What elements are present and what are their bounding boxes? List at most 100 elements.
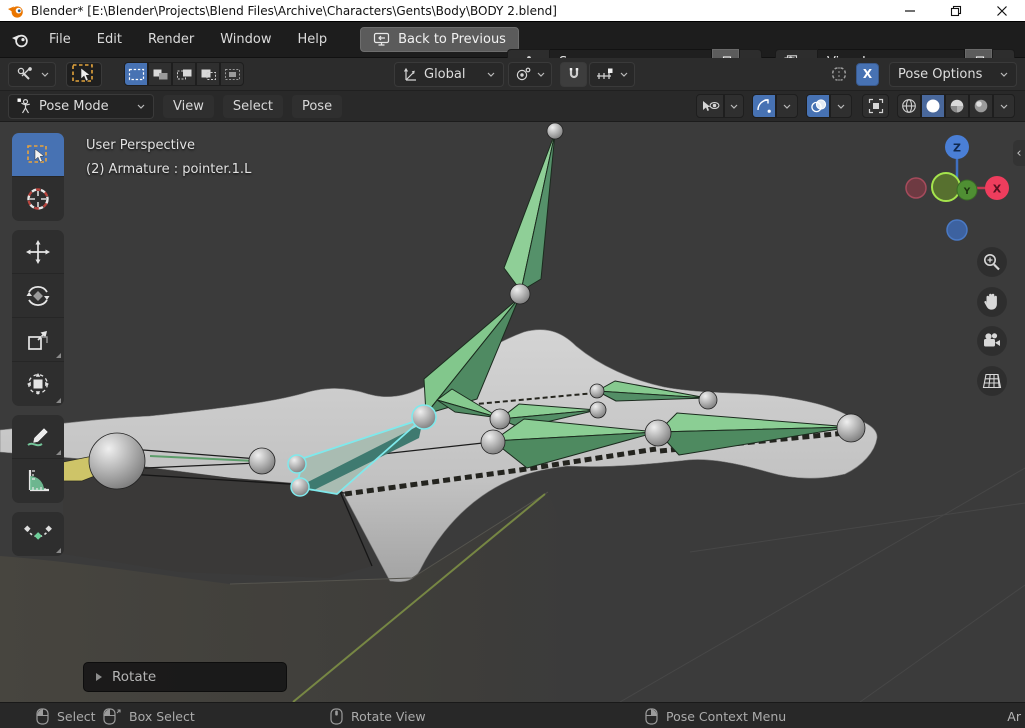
status-label: Select xyxy=(57,709,96,724)
mode-dropdown[interactable]: Pose Mode xyxy=(8,94,154,119)
xray-toggle[interactable] xyxy=(862,94,889,118)
chevron-down-icon xyxy=(837,104,845,109)
3d-viewport[interactable]: Y Z X xyxy=(0,122,1025,702)
blender-menu-logo-icon[interactable] xyxy=(10,31,30,48)
gizmos-toggle-group xyxy=(752,94,798,118)
chevron-down-icon xyxy=(137,104,145,109)
show-overlays-toggle[interactable] xyxy=(806,94,830,118)
viewport-menu-pose[interactable]: Pose xyxy=(292,95,342,118)
pan-button[interactable] xyxy=(977,287,1007,317)
blender-logo-icon xyxy=(8,3,24,19)
tool-cursor[interactable] xyxy=(12,177,64,221)
operator-panel-rotate[interactable]: Rotate xyxy=(83,662,287,692)
camera-view-button[interactable] xyxy=(977,326,1007,356)
tool-select-box[interactable] xyxy=(12,133,64,177)
select-mode-subtract-button[interactable] xyxy=(172,62,196,86)
select-mode-extend-button[interactable] xyxy=(148,62,172,86)
wireframe-shading-icon xyxy=(901,98,917,114)
tool-scale[interactable] xyxy=(12,318,64,362)
gizmos-dropdown[interactable] xyxy=(776,94,798,118)
select-box-tool-icon xyxy=(71,63,97,85)
minimize-button[interactable] xyxy=(887,0,933,21)
move-icon xyxy=(24,238,52,266)
pivot-point-dropdown[interactable] xyxy=(508,62,552,87)
orientation-icon xyxy=(403,67,418,81)
material-shading-icon xyxy=(949,98,965,114)
menu-window[interactable]: Window xyxy=(207,28,284,51)
chevron-down-icon xyxy=(41,72,49,77)
close-button[interactable] xyxy=(979,0,1025,21)
pivot-icon xyxy=(515,67,531,81)
snap-increment-icon xyxy=(596,68,614,81)
gizmo-neg-x-ball[interactable] xyxy=(906,178,926,198)
shading-material-button[interactable] xyxy=(945,94,969,118)
gizmo-icon xyxy=(756,98,772,114)
pose-options-label: Pose Options xyxy=(898,67,982,82)
menu-render[interactable]: Render xyxy=(135,28,207,51)
chevron-down-icon xyxy=(783,104,791,109)
blender-window: Blender* [E:\Blender\Projects\Blend File… xyxy=(0,0,1025,728)
back-to-previous-label: Back to Previous xyxy=(398,32,506,47)
top-menu-bar: File Edit Render Window Help Back to Pre… xyxy=(0,22,1025,58)
snap-toggle-button[interactable] xyxy=(560,62,587,87)
menu-edit[interactable]: Edit xyxy=(84,28,135,51)
tool-settings-bar: Global xyxy=(0,58,1025,91)
breakdowner-icon xyxy=(23,523,53,545)
overlays-dropdown[interactable] xyxy=(830,94,852,118)
mouse-middle-icon xyxy=(330,708,343,725)
transform-orientation-dropdown[interactable]: Global xyxy=(394,62,504,87)
active-tool-display[interactable] xyxy=(66,62,102,87)
shading-rendered-button[interactable] xyxy=(969,94,993,118)
shading-wireframe-button[interactable] xyxy=(897,94,921,118)
tool-measure[interactable] xyxy=(12,459,64,503)
stats-label: Ar xyxy=(1007,709,1021,724)
tool-transform[interactable] xyxy=(12,362,64,406)
status-stats-text: Ar xyxy=(1007,703,1021,728)
overlays-toggle-group xyxy=(806,94,852,118)
chevron-down-icon xyxy=(1000,72,1008,77)
transform-icon xyxy=(24,370,52,398)
mouse-left-icon xyxy=(36,708,49,725)
select-mode-group xyxy=(124,62,244,86)
status-label: Box Select xyxy=(129,709,195,724)
show-gizmos-toggle[interactable] xyxy=(752,94,776,118)
mirror-x-toggle[interactable]: X xyxy=(856,63,879,86)
tool-annotate[interactable] xyxy=(12,415,64,459)
object-visibility-dropdown[interactable] xyxy=(696,94,744,118)
gizmo-x-label: X xyxy=(993,183,1002,196)
gizmo-neg-y-ball[interactable] xyxy=(932,173,960,201)
mirror-x-label: X xyxy=(863,67,872,81)
tool-rotate[interactable] xyxy=(12,274,64,318)
chevron-down-icon xyxy=(487,72,495,77)
select-mode-intersect-button[interactable] xyxy=(220,62,244,86)
back-screen-icon xyxy=(373,32,391,47)
back-to-previous-button[interactable]: Back to Previous xyxy=(360,27,519,52)
scale-icon xyxy=(25,327,51,353)
pose-options-dropdown[interactable]: Pose Options xyxy=(889,62,1017,87)
gizmo-y-label: Y xyxy=(963,187,971,197)
perspective-label: User Perspective xyxy=(86,134,251,158)
menu-help[interactable]: Help xyxy=(285,28,341,51)
orientation-label: Global xyxy=(424,67,465,82)
shading-mode-group xyxy=(897,94,1015,118)
snap-with-dropdown[interactable] xyxy=(589,62,635,87)
restore-button[interactable] xyxy=(933,0,979,21)
viewport-menu-select[interactable]: Select xyxy=(223,95,283,118)
editor-type-dropdown[interactable] xyxy=(8,62,56,87)
viewport-toolbar xyxy=(12,133,64,556)
gizmo-neg-z-ball[interactable] xyxy=(947,220,967,240)
menu-file[interactable]: File xyxy=(36,28,84,51)
zoom-button[interactable] xyxy=(977,247,1007,277)
viewport-menu-view[interactable]: View xyxy=(163,95,214,118)
tool-pose-breakdowner[interactable] xyxy=(12,512,64,556)
select-mode-invert-button[interactable] xyxy=(196,62,220,86)
tool-move[interactable] xyxy=(12,230,64,274)
sidebar-collapse-tab[interactable]: ‹ xyxy=(1013,140,1025,166)
select-mode-set-button[interactable] xyxy=(124,62,148,86)
chevron-down-icon xyxy=(537,72,545,77)
pose-mode-icon xyxy=(17,98,33,114)
shading-dropdown[interactable] xyxy=(993,94,1015,118)
shading-solid-button[interactable] xyxy=(921,94,945,118)
ortho-toggle-button[interactable] xyxy=(977,366,1007,396)
overlays-icon xyxy=(810,99,827,113)
